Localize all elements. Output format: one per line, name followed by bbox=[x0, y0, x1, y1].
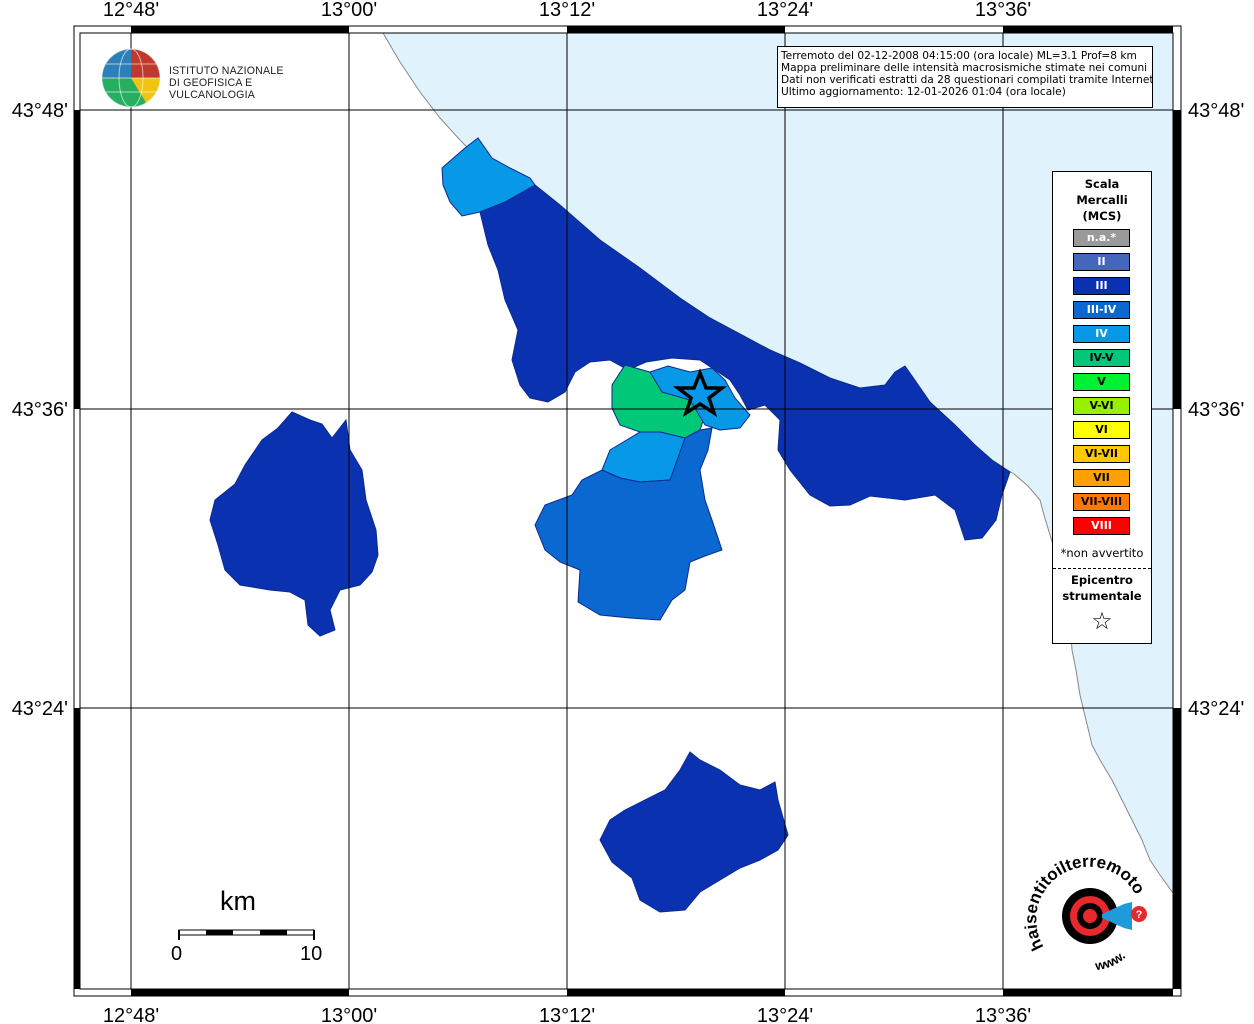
scale-max-label: 10 bbox=[300, 943, 323, 965]
ingv-logo-text: ISTITUTO NAZIONALE DI GEOFISICA E VULCAN… bbox=[169, 65, 320, 101]
ingv-logo: ISTITUTO NAZIONALE DI GEOFISICA E VULCAN… bbox=[100, 47, 320, 113]
lon-label-bottom-1: 12°48' bbox=[103, 1005, 159, 1024]
legend-divider bbox=[1053, 568, 1151, 569]
lon-label-top-3: 13°12' bbox=[539, 0, 595, 21]
hst-logo-text2: www. bbox=[1093, 948, 1128, 974]
lat-label-left-3: 43°24' bbox=[12, 698, 68, 720]
svg-text:?: ? bbox=[1136, 909, 1143, 921]
legend-items: n.a.* II III III-IV IV IV-V V V-VI VI VI-VII VII VI… bbox=[1073, 229, 1130, 541]
legend-item: VIII bbox=[1073, 517, 1130, 535]
legend-item: VII bbox=[1073, 469, 1130, 487]
legend-item: VI bbox=[1073, 421, 1130, 439]
legend-item: VII-VIII bbox=[1073, 493, 1130, 511]
lon-label-bottom-3: 13°12' bbox=[539, 1005, 595, 1024]
lat-label-right-2: 43°36' bbox=[1188, 399, 1244, 421]
scale-min-label: 0 bbox=[171, 943, 183, 965]
lon-label-bottom-2: 13°00' bbox=[321, 1005, 377, 1024]
hst-logo: haisentitoilterremoto.it www. ? bbox=[1021, 837, 1160, 988]
legend-item: IV-V bbox=[1073, 349, 1130, 367]
legend-item: III bbox=[1073, 277, 1130, 295]
legend-item: III-IV bbox=[1073, 301, 1130, 319]
ingv-name-line1: ISTITUTO NAZIONALE bbox=[169, 65, 284, 77]
lon-label-top-2: 13°00' bbox=[321, 0, 377, 21]
legend-epicenter-label: Epicentro strumentale bbox=[1053, 572, 1151, 604]
legend-epicenter-line1: Epicentro bbox=[1071, 573, 1133, 587]
lon-label-top-4: 13°24' bbox=[757, 0, 813, 21]
info-box: Terremoto del 02-12-2008 04:15:00 (ora l… bbox=[777, 46, 1153, 108]
lon-label-top-5: 13°36' bbox=[975, 0, 1031, 21]
legend-item: II bbox=[1073, 253, 1130, 271]
lat-label-left-2: 43°36' bbox=[12, 399, 68, 421]
scale-title: km bbox=[220, 886, 256, 916]
legend-epicenter-line2: strumentale bbox=[1062, 589, 1142, 603]
legend-item: n.a.* bbox=[1073, 229, 1130, 247]
legend-item: V bbox=[1073, 373, 1130, 391]
legend-title-line3: (MCS) bbox=[1082, 209, 1122, 223]
lat-label-right-1: 43°48' bbox=[1188, 100, 1244, 122]
legend-item: VI-VII bbox=[1073, 445, 1130, 463]
lon-label-top-1: 12°48' bbox=[103, 0, 159, 21]
legend-title-line1: Scala bbox=[1084, 177, 1120, 191]
lon-label-bottom-4: 13°24' bbox=[757, 1005, 813, 1024]
legend-title: Scala Mercalli (MCS) bbox=[1053, 176, 1151, 224]
legend-note: *non avvertito bbox=[1060, 546, 1144, 560]
legend-star-icon: ☆ bbox=[1091, 607, 1113, 635]
globe-icon bbox=[101, 48, 161, 108]
legend: Scala Mercalli (MCS) n.a.* II III III-IV IV I… bbox=[1052, 171, 1152, 644]
ingv-name-line2: DI GEOFISICA E VULCANOLOGIA bbox=[169, 77, 255, 101]
legend-item: IV bbox=[1073, 325, 1130, 343]
hst-logo-graphic: haisentitoilterremoto.it www. ? bbox=[1021, 837, 1149, 974]
lat-label-left-1: 43°48' bbox=[12, 100, 68, 122]
lat-label-right-3: 43°24' bbox=[1188, 698, 1244, 720]
lon-label-bottom-5: 13°36' bbox=[975, 1005, 1031, 1024]
legend-item: V-VI bbox=[1073, 397, 1130, 415]
legend-title-line2: Mercalli bbox=[1076, 193, 1128, 207]
